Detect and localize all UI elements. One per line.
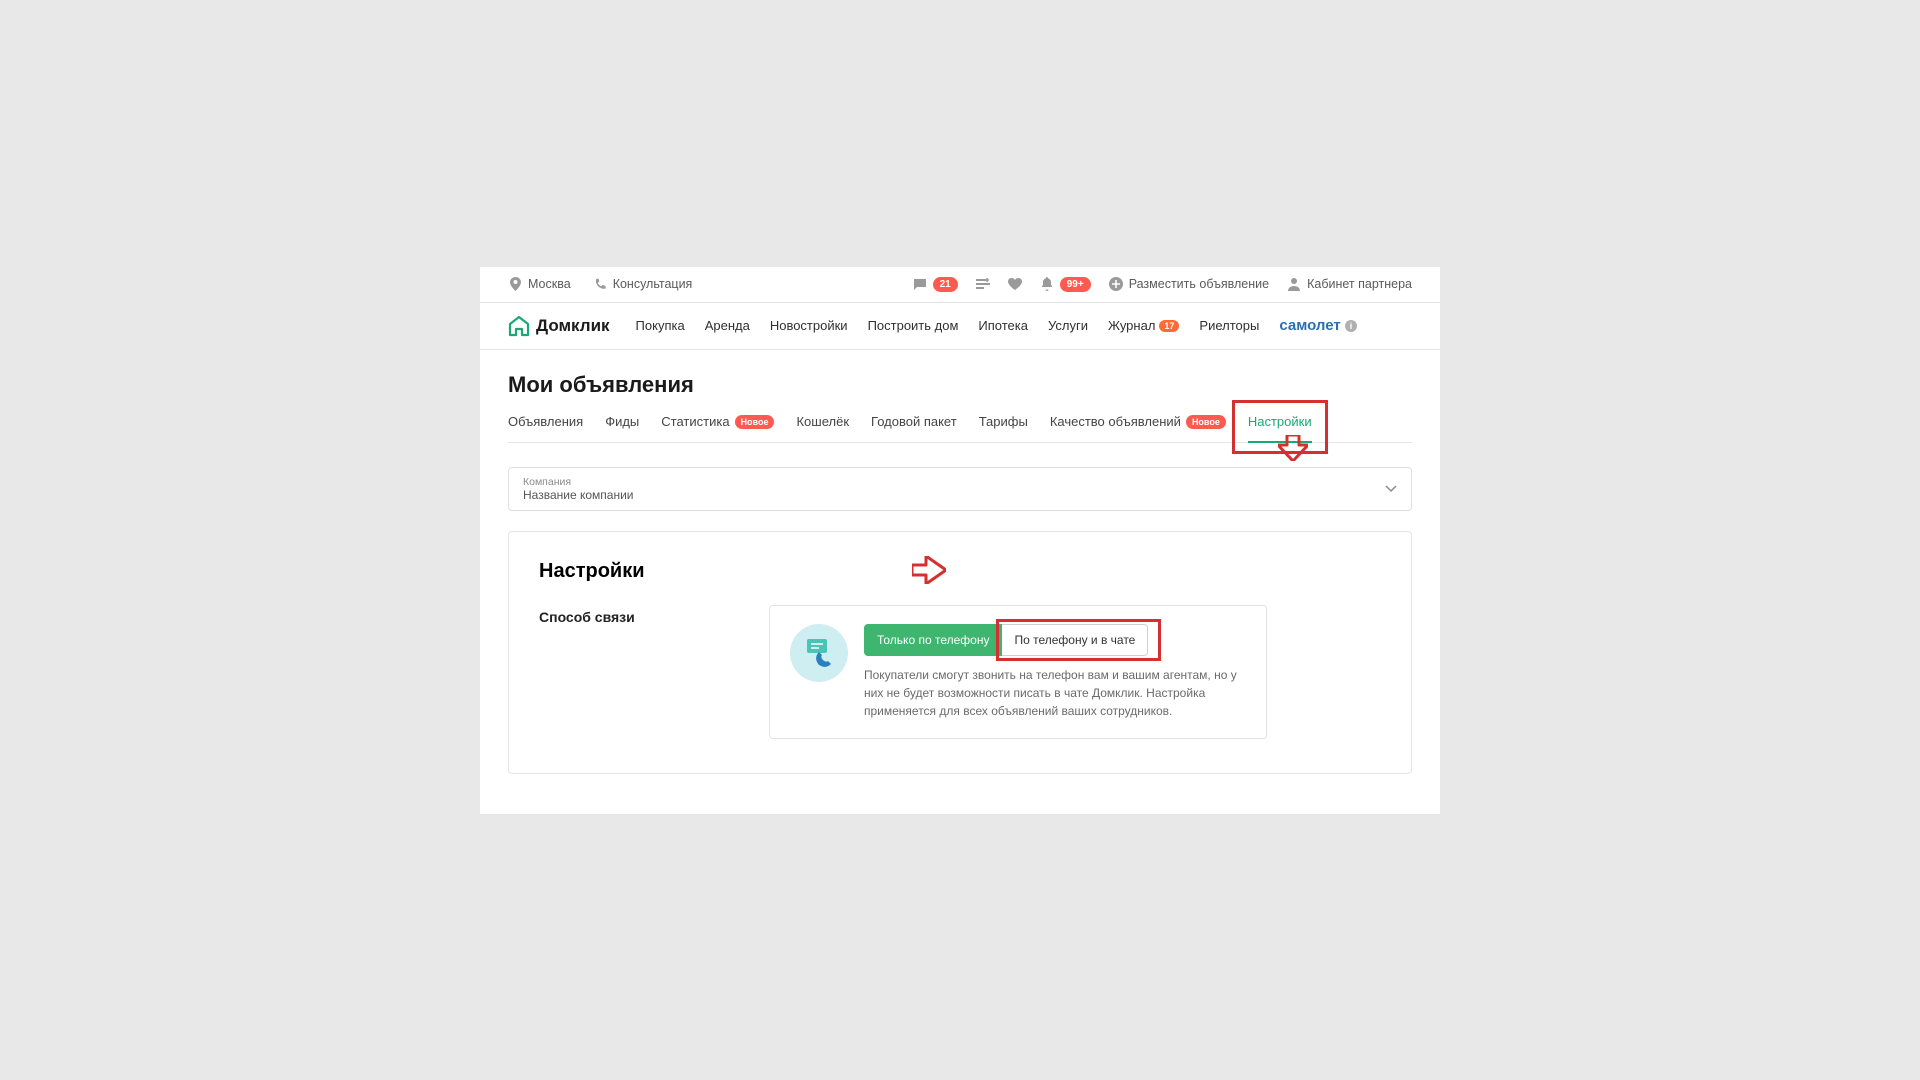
nav-items: Покупка Аренда Новостройки Построить дом… xyxy=(636,317,1357,334)
logo-text: Домклик xyxy=(536,316,610,336)
new-badge: Новое xyxy=(1186,415,1226,429)
dropdown-value: Название компании xyxy=(523,488,633,502)
tab-quality[interactable]: Качество объявлений Новое xyxy=(1050,414,1226,441)
nav-build[interactable]: Построить дом xyxy=(868,318,959,333)
pin-icon xyxy=(508,277,522,291)
phone-icon xyxy=(593,277,607,291)
toggle-row: Только по телефону По телефону и в чате xyxy=(864,624,1246,656)
tab-stats[interactable]: Статистика Новое xyxy=(661,414,774,441)
city-label: Москва xyxy=(528,277,571,291)
nav-services[interactable]: Услуги xyxy=(1048,318,1088,333)
tabs: Объявления Фиды Статистика Новое Кошелёк… xyxy=(508,414,1412,443)
city-selector[interactable]: Москва xyxy=(508,277,571,291)
compare-icon xyxy=(976,277,990,291)
top-right: 21 99+ Разме xyxy=(913,277,1412,292)
nav-rent[interactable]: Аренда xyxy=(705,318,750,333)
dropdown-label: Компания xyxy=(523,476,633,488)
settings-title: Настройки xyxy=(539,560,1381,583)
nav-samolet[interactable]: самолет i xyxy=(1279,317,1356,334)
bell-icon xyxy=(1040,277,1054,291)
new-badge: Новое xyxy=(735,415,775,429)
option-main: Только по телефону По телефону и в чате … xyxy=(864,624,1246,720)
tab-ads[interactable]: Объявления xyxy=(508,414,583,441)
plus-circle-icon xyxy=(1109,277,1123,291)
chevron-down-icon xyxy=(1385,485,1397,493)
post-ad-link[interactable]: Разместить объявление xyxy=(1109,277,1269,291)
top-left: Москва Консультация xyxy=(508,277,692,291)
contact-option-box: Только по телефону По телефону и в чате … xyxy=(769,605,1267,739)
dropdown-text: Компания Название компании xyxy=(523,476,633,502)
settings-card: Настройки Способ связи xyxy=(508,531,1412,774)
company-dropdown[interactable]: Компания Название компании xyxy=(508,467,1412,511)
info-icon: i xyxy=(1345,320,1357,332)
compare-link[interactable] xyxy=(976,277,990,291)
house-icon xyxy=(508,315,530,337)
toggle-phone-chat[interactable]: По телефону и в чате xyxy=(1002,624,1148,656)
top-bar: Москва Консультация 21 xyxy=(480,267,1440,303)
contact-icon xyxy=(790,624,848,682)
nav-realtors[interactable]: Риелторы xyxy=(1199,318,1259,333)
app-frame: Москва Консультация 21 xyxy=(480,267,1440,814)
svg-text:i: i xyxy=(1349,321,1352,331)
partner-link[interactable]: Кабинет партнера xyxy=(1287,277,1412,291)
consult-label: Консультация xyxy=(613,277,693,291)
user-icon xyxy=(1287,277,1301,291)
consult-link[interactable]: Консультация xyxy=(593,277,693,291)
tab-wallet[interactable]: Кошелёк xyxy=(796,414,849,441)
main-nav: Домклик Покупка Аренда Новостройки Постр… xyxy=(480,303,1440,350)
tab-tariffs[interactable]: Тарифы xyxy=(979,414,1028,441)
bell-badge: 99+ xyxy=(1060,277,1091,292)
chat-icon xyxy=(913,277,927,291)
partner-label: Кабинет партнера xyxy=(1307,277,1412,291)
favorites-link[interactable] xyxy=(1008,277,1022,291)
chat-badge: 21 xyxy=(933,277,958,292)
contact-label: Способ связи xyxy=(539,605,739,625)
option-desc: Покупатели смогут звонить на телефон вам… xyxy=(864,666,1246,720)
journal-badge: 17 xyxy=(1159,320,1179,332)
nav-journal[interactable]: Журнал 17 xyxy=(1108,318,1179,333)
nav-newbuild[interactable]: Новостройки xyxy=(770,318,848,333)
post-ad-label: Разместить объявление xyxy=(1129,277,1269,291)
notifications-link[interactable]: 99+ xyxy=(1040,277,1091,292)
tab-annual[interactable]: Годовой пакет xyxy=(871,414,957,441)
nav-buy[interactable]: Покупка xyxy=(636,318,685,333)
nav-mortgage[interactable]: Ипотека xyxy=(978,318,1028,333)
settings-row: Способ связи Только по телефону xyxy=(539,605,1381,739)
page-title: Мои объявления xyxy=(508,372,1412,398)
tab-feeds[interactable]: Фиды xyxy=(605,414,639,441)
heart-icon xyxy=(1008,277,1022,291)
logo[interactable]: Домклик xyxy=(508,315,610,337)
toggle-phone-only[interactable]: Только по телефону xyxy=(864,624,1002,656)
tab-settings[interactable]: Настройки xyxy=(1248,414,1312,443)
chat-link[interactable]: 21 xyxy=(913,277,958,292)
content: Мои объявления Объявления Фиды Статистик… xyxy=(480,350,1440,814)
